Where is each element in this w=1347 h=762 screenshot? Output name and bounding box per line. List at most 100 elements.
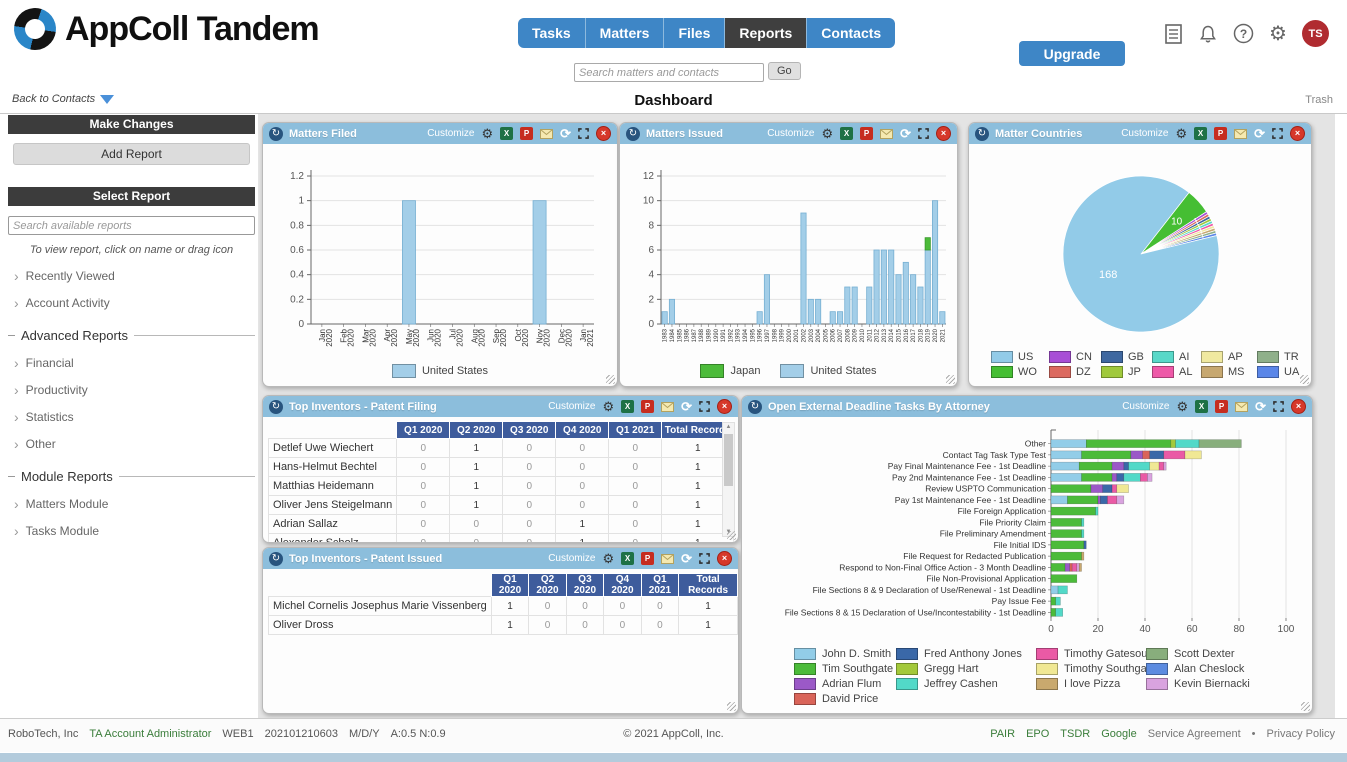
customize-label[interactable]: Customize — [548, 553, 595, 564]
email-icon[interactable] — [1234, 129, 1247, 139]
refresh-icon[interactable]: ⟳ — [1255, 399, 1266, 415]
customize-label[interactable]: Customize — [427, 128, 474, 139]
email-icon[interactable] — [661, 554, 674, 564]
drag-widget-icon[interactable]: ↻ — [748, 400, 762, 414]
email-icon[interactable] — [661, 402, 674, 412]
svg-text:1998: 1998 — [772, 328, 778, 342]
expand-icon[interactable] — [1272, 128, 1283, 139]
expand-icon[interactable] — [578, 128, 589, 139]
email-icon[interactable] — [1235, 402, 1248, 412]
trash-link[interactable]: Trash — [1305, 94, 1333, 106]
resize-handle[interactable] — [946, 375, 955, 384]
report-search-input[interactable] — [8, 216, 255, 235]
expand-icon[interactable] — [699, 553, 710, 564]
pdf-export-icon[interactable]: P — [860, 127, 873, 140]
svg-text:0.2: 0.2 — [290, 294, 304, 305]
expand-icon[interactable] — [918, 128, 929, 139]
gear-icon[interactable]: ⚙ — [821, 127, 833, 140]
sidebar-item-productivity[interactable]: ›Productivity — [8, 383, 255, 397]
pdf-export-icon[interactable]: P — [1215, 400, 1228, 413]
column-header-q4-2020: Q4 2020 — [556, 422, 609, 439]
tab-reports[interactable]: Reports — [725, 18, 807, 48]
customize-label[interactable]: Customize — [1122, 401, 1169, 412]
close-widget-icon[interactable]: × — [596, 126, 611, 141]
drag-widget-icon[interactable]: ↻ — [269, 127, 283, 141]
gear-icon[interactable]: ⚙ — [1175, 127, 1187, 140]
excel-export-icon[interactable]: X — [500, 127, 513, 140]
service-agreement-link[interactable]: Service Agreement — [1148, 728, 1241, 740]
customize-label[interactable]: Customize — [767, 128, 814, 139]
upgrade-button[interactable]: Upgrade — [1019, 41, 1125, 66]
footer-link-pair[interactable]: PAIR — [990, 728, 1015, 740]
close-widget-icon[interactable]: × — [717, 399, 732, 414]
legend-item-jp: JP — [1101, 364, 1150, 379]
refresh-icon[interactable]: ⟳ — [681, 551, 692, 567]
sidebar-item-financial[interactable]: ›Financial — [8, 356, 255, 370]
drag-widget-icon[interactable]: ↻ — [975, 127, 989, 141]
close-widget-icon[interactable]: × — [717, 551, 732, 566]
drag-widget-icon[interactable]: ↻ — [626, 127, 640, 141]
resize-handle[interactable] — [1301, 702, 1310, 711]
sidebar-item-recently-viewed[interactable]: ›Recently Viewed — [8, 269, 255, 283]
customize-label[interactable]: Customize — [1121, 128, 1168, 139]
svg-text:2003: 2003 — [809, 328, 815, 342]
email-icon[interactable] — [880, 129, 893, 139]
excel-export-icon[interactable]: X — [840, 127, 853, 140]
sidebar-item-matters-module[interactable]: ›Matters Module — [8, 497, 255, 511]
table-scrollbar[interactable]: ▲ ▼ — [722, 422, 735, 537]
notes-icon[interactable] — [1162, 23, 1184, 45]
tab-files[interactable]: Files — [664, 18, 725, 48]
close-widget-icon[interactable]: × — [1291, 399, 1306, 414]
pdf-export-icon[interactable]: P — [641, 400, 654, 413]
add-report-button[interactable]: Add Report — [13, 143, 250, 165]
footer-link-epo[interactable]: EPO — [1026, 728, 1049, 740]
excel-export-icon[interactable]: X — [1194, 127, 1207, 140]
drag-widget-icon[interactable]: ↻ — [269, 400, 283, 414]
gear-icon[interactable]: ⚙ — [1176, 400, 1188, 413]
sidebar-item-tasks-module[interactable]: ›Tasks Module — [8, 524, 255, 538]
gear-icon[interactable]: ⚙ — [602, 400, 614, 413]
refresh-icon[interactable]: ⟳ — [560, 126, 571, 142]
refresh-icon[interactable]: ⟳ — [900, 126, 911, 142]
pdf-export-icon[interactable]: P — [641, 552, 654, 565]
resize-handle[interactable] — [727, 702, 736, 711]
pdf-export-icon[interactable]: P — [520, 127, 533, 140]
search-input[interactable] — [574, 63, 764, 82]
expand-icon[interactable] — [699, 401, 710, 412]
footer-link-tsdr[interactable]: TSDR — [1060, 728, 1090, 740]
excel-export-icon[interactable]: X — [621, 400, 634, 413]
gear-icon[interactable]: ⚙ — [602, 552, 614, 565]
refresh-icon[interactable]: ⟳ — [681, 399, 692, 415]
privacy-policy-link[interactable]: Privacy Policy — [1267, 728, 1335, 740]
excel-export-icon[interactable]: X — [1195, 400, 1208, 413]
sidebar-item-other[interactable]: ›Other — [8, 437, 255, 451]
sidebar-item-statistics[interactable]: ›Statistics — [8, 410, 255, 424]
drag-widget-icon[interactable]: ↻ — [269, 552, 283, 566]
resize-handle[interactable] — [727, 531, 736, 540]
bell-icon[interactable] — [1197, 23, 1219, 45]
refresh-icon[interactable]: ⟳ — [1254, 126, 1265, 142]
excel-export-icon[interactable]: X — [621, 552, 634, 565]
user-avatar[interactable]: TS — [1302, 20, 1329, 47]
footer-link-google[interactable]: Google — [1101, 728, 1136, 740]
sidebar-item-account-activity[interactable]: ›Account Activity — [8, 296, 255, 310]
close-widget-icon[interactable]: × — [1290, 126, 1305, 141]
resize-handle[interactable] — [1300, 375, 1309, 384]
resize-handle[interactable] — [606, 375, 615, 384]
gear-icon[interactable]: ⚙ — [1267, 23, 1289, 45]
gear-icon[interactable]: ⚙ — [481, 127, 493, 140]
expand-icon[interactable] — [1273, 401, 1284, 412]
scrollbar-thumb[interactable] — [724, 434, 733, 486]
legend-swatch — [896, 663, 918, 675]
tab-matters[interactable]: Matters — [586, 18, 665, 48]
svg-text:Jun2020: Jun2020 — [427, 328, 443, 346]
go-button[interactable]: Go — [768, 62, 801, 80]
tab-tasks[interactable]: Tasks — [518, 18, 586, 48]
email-icon[interactable] — [540, 129, 553, 139]
horizontal-scrollbar[interactable] — [0, 753, 1347, 762]
pdf-export-icon[interactable]: P — [1214, 127, 1227, 140]
help-icon[interactable]: ? — [1232, 23, 1254, 45]
tab-contacts[interactable]: Contacts — [807, 18, 895, 48]
customize-label[interactable]: Customize — [548, 401, 595, 412]
close-widget-icon[interactable]: × — [936, 126, 951, 141]
